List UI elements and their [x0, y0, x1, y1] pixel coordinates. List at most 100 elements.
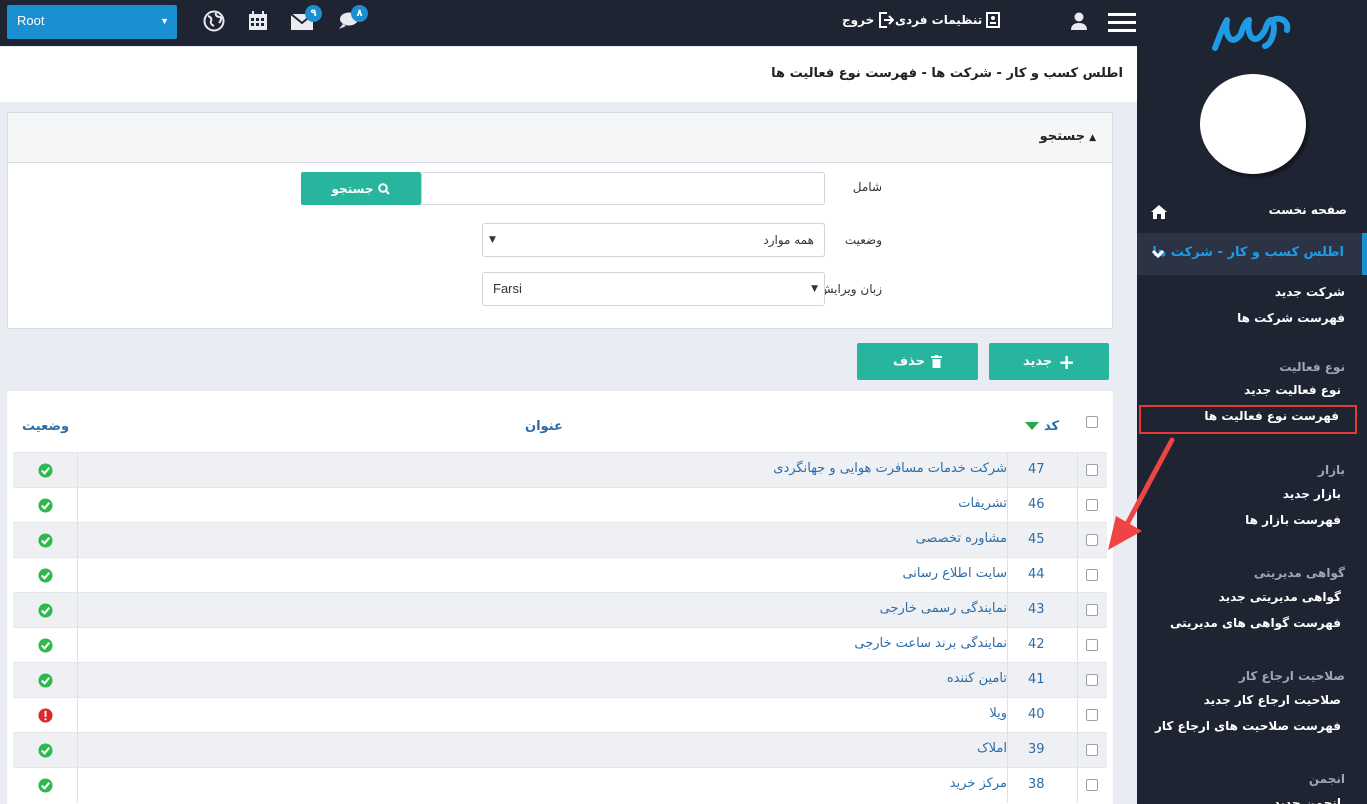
user-icon[interactable]: [1067, 9, 1091, 33]
row-code[interactable]: 41: [1028, 672, 1045, 687]
row-title[interactable]: املاک: [977, 741, 1007, 756]
col-divider: [1007, 523, 1008, 558]
table-row[interactable]: 42 نمایندگی برند ساعت خارجی: [13, 627, 1107, 663]
col-divider: [77, 733, 78, 768]
mail-icon[interactable]: ۹: [290, 5, 322, 33]
row-checkbox[interactable]: [1086, 709, 1098, 721]
row-title[interactable]: ویلا: [989, 706, 1007, 721]
row-checkbox[interactable]: [1086, 674, 1098, 686]
sidebar-item-ref-list[interactable]: فهرست صلاحیت های ارجاع کار: [1155, 719, 1341, 733]
row-title[interactable]: تامین کننده: [947, 671, 1007, 686]
sidebar-item-cert-list[interactable]: فهرست گواهی های مدیریتی: [1170, 616, 1341, 630]
row-title[interactable]: نمایندگی رسمی خارجی: [880, 601, 1007, 616]
logout-icon: [879, 12, 895, 28]
sidebar-head-activity: نوع فعالیت: [1279, 360, 1345, 374]
col-divider: [77, 488, 78, 523]
row-code[interactable]: 43: [1028, 602, 1045, 617]
row-code[interactable]: 46: [1028, 497, 1045, 512]
table-row[interactable]: 45 مشاوره تخصصی: [13, 522, 1107, 558]
table-row[interactable]: 40 ویلا: [13, 697, 1107, 733]
calendar-icon[interactable]: [246, 9, 270, 33]
row-title[interactable]: مرکز خرید: [950, 776, 1007, 791]
row-code[interactable]: 38: [1028, 777, 1045, 792]
row-code[interactable]: 44: [1028, 567, 1045, 582]
col-divider: [77, 628, 78, 663]
sidebar-item-ref-new[interactable]: صلاحیت ارجاع کار جدید: [1204, 693, 1341, 707]
col-divider: [1077, 453, 1078, 488]
active-status-icon: [38, 533, 53, 548]
active-status-icon: [38, 743, 53, 758]
active-status-icon: [38, 603, 53, 618]
hamburger-menu-icon[interactable]: [1108, 11, 1136, 35]
col-header-status[interactable]: وضعیت: [22, 419, 69, 434]
search-input[interactable]: [421, 172, 825, 205]
row-checkbox[interactable]: [1086, 569, 1098, 581]
search-button[interactable]: جستجو: [301, 172, 421, 205]
col-header-title[interactable]: عنوان: [525, 419, 563, 434]
row-checkbox[interactable]: [1086, 779, 1098, 791]
col-header-code[interactable]: کد: [1044, 419, 1059, 434]
table-row[interactable]: 46 تشریفات: [13, 487, 1107, 523]
sidebar-item-activity-list[interactable]: فهرست نوع فعالیت ها: [1204, 409, 1339, 423]
sidebar-item-cert-new[interactable]: گواهی مدیریتی جدید: [1219, 590, 1341, 604]
row-checkbox[interactable]: [1086, 534, 1098, 546]
row-code[interactable]: 39: [1028, 742, 1045, 757]
page-title: اطلس کسب و کار - شرکت ها - فهرست نوع فعا…: [771, 66, 1123, 81]
row-title[interactable]: تشریفات: [958, 496, 1007, 511]
sidebar-item-new-company[interactable]: شرکت جدید: [1275, 285, 1345, 299]
sidebar-item-activity-new[interactable]: نوع فعالیت جدید: [1244, 383, 1341, 397]
sidebar-item-home[interactable]: صفحه نخست: [1269, 203, 1347, 217]
lang-label: زبان ویرایش: [818, 282, 882, 296]
row-code[interactable]: 40: [1028, 707, 1045, 722]
col-divider: [1077, 593, 1078, 628]
table-row[interactable]: 44 سایت اطلاع رسانی: [13, 557, 1107, 593]
table-row[interactable]: 39 املاک: [13, 732, 1107, 768]
row-checkbox[interactable]: [1086, 604, 1098, 616]
col-divider: [77, 663, 78, 698]
row-code[interactable]: 42: [1028, 637, 1045, 652]
sidebar-item-assoc-new[interactable]: انجمن جدید: [1274, 796, 1341, 804]
row-code[interactable]: 47: [1028, 462, 1045, 477]
col-divider: [1077, 698, 1078, 733]
row-checkbox[interactable]: [1086, 744, 1098, 756]
settings-link[interactable]: تنظیمات فردی: [895, 12, 1001, 28]
status-select[interactable]: همه موارد ▼: [482, 223, 825, 257]
sidebar-item-market-list[interactable]: فهرست بازار ها: [1245, 513, 1341, 527]
new-button[interactable]: + جدید: [989, 343, 1109, 380]
select-all-checkbox[interactable]: [1086, 416, 1098, 428]
root-select[interactable]: Root ▼: [7, 5, 177, 39]
col-divider: [1007, 593, 1008, 628]
globe-icon[interactable]: [202, 9, 226, 33]
search-panel-header[interactable]: ▲جستجو: [8, 113, 1112, 163]
data-table: کد عنوان وضعیت 47 شرکت خدمات مسافرت هوایی…: [7, 391, 1113, 804]
sidebar-item-company-list[interactable]: فهرست شرکت ها: [1237, 311, 1345, 325]
col-divider: [1007, 628, 1008, 663]
col-divider: [1077, 663, 1078, 698]
sidebar-item-market-new[interactable]: بازار جدید: [1283, 487, 1341, 501]
delete-button-label: حذف: [893, 354, 925, 369]
col-divider: [1077, 733, 1078, 768]
lang-select[interactable]: Farsi ▼: [482, 272, 825, 306]
search-button-label: جستجو: [331, 181, 374, 196]
table-row[interactable]: 38 مرکز خرید: [13, 767, 1107, 803]
row-checkbox[interactable]: [1086, 464, 1098, 476]
sidebar-group-business-atlas[interactable]: اطلس کسب و کار - شرکت ها: [1137, 233, 1367, 275]
table-row[interactable]: 47 شرکت خدمات مسافرت هوایی و جهانگردی: [13, 452, 1107, 488]
row-title[interactable]: نمایندگی برند ساعت خارجی: [854, 636, 1007, 651]
delete-button[interactable]: حذف: [857, 343, 978, 380]
table-row[interactable]: 41 تامین کننده: [13, 662, 1107, 698]
table-row[interactable]: 43 نمایندگی رسمی خارجی: [13, 592, 1107, 628]
row-checkbox[interactable]: [1086, 639, 1098, 651]
sidebar-head-certificate: گواهی مدیریتی: [1253, 566, 1345, 580]
row-code[interactable]: 45: [1028, 532, 1045, 547]
chat-icon[interactable]: ۸: [336, 5, 368, 33]
col-divider: [1007, 698, 1008, 733]
row-title[interactable]: شرکت خدمات مسافرت هوایی و جهانگردی: [773, 461, 1007, 476]
row-title[interactable]: مشاوره تخصصی: [916, 531, 1007, 546]
col-divider: [77, 523, 78, 558]
row-title[interactable]: سایت اطلاع رسانی: [902, 566, 1007, 581]
logout-link[interactable]: خروج: [842, 12, 895, 28]
search-icon: [378, 182, 391, 195]
root-select-value: Root: [17, 13, 45, 28]
row-checkbox[interactable]: [1086, 499, 1098, 511]
